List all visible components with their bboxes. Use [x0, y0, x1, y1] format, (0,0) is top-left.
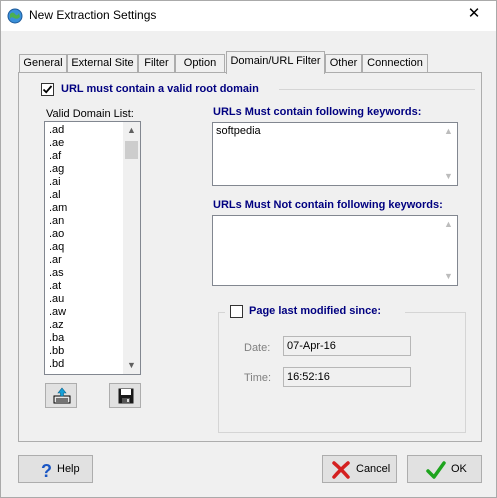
- domain-list-item[interactable]: .at: [47, 280, 125, 293]
- floppy-disk-icon: [118, 388, 134, 404]
- time-label: Time:: [244, 372, 272, 384]
- must-contain-label: URLs Must contain following keywords:: [213, 106, 422, 118]
- time-field[interactable]: 16:52:16: [283, 367, 411, 387]
- group-divider: [279, 89, 475, 90]
- domain-list-item[interactable]: .ad: [47, 124, 125, 137]
- must-contain-value: softpedia: [216, 125, 261, 137]
- svg-text:?: ?: [41, 461, 52, 480]
- question-mark-icon: ?: [37, 460, 57, 481]
- root-domain-checkbox[interactable]: [41, 83, 54, 96]
- tab-domain-url-filter[interactable]: Domain/URL Filter: [226, 51, 325, 74]
- domain-list-items: .ad .ae .af .ag .ai .al .am .an .ao .aq .ar .as .at.…: [47, 124, 125, 371]
- save-list-button[interactable]: [109, 383, 141, 408]
- domain-list-item[interactable]: .ao: [47, 228, 125, 241]
- last-modified-label: Page last modified since:: [249, 305, 382, 317]
- domain-list-item[interactable]: .ae: [47, 137, 125, 150]
- cancel-label: Cancel: [356, 463, 391, 475]
- close-button[interactable]: ✕: [452, 1, 496, 29]
- tab-filter[interactable]: Filter: [138, 54, 175, 73]
- domain-list-item[interactable]: .bd: [47, 358, 125, 371]
- domain-list-item[interactable]: .ai: [47, 176, 125, 189]
- cancel-button[interactable]: Cancel: [322, 455, 397, 483]
- dialog-window: New Extraction Settings ✕ General Extern…: [0, 0, 497, 498]
- tab-general[interactable]: General: [19, 54, 67, 73]
- domain-list-item[interactable]: .am: [47, 202, 125, 215]
- domain-list-item[interactable]: .aq: [47, 241, 125, 254]
- domain-list-item[interactable]: .au: [47, 293, 125, 306]
- valid-domain-list-label: Valid Domain List:: [46, 108, 134, 120]
- domain-list-item[interactable]: .an: [47, 215, 125, 228]
- scroll-up-icon[interactable]: ▲: [440, 216, 457, 233]
- domain-list-item[interactable]: .as: [47, 267, 125, 280]
- domain-list-item[interactable]: .bb: [47, 345, 125, 358]
- title-bar: New Extraction Settings ✕: [1, 1, 496, 31]
- date-field[interactable]: 07-Apr-16: [283, 336, 411, 356]
- tab-external-site[interactable]: External Site: [67, 54, 138, 73]
- date-label: Date:: [244, 342, 271, 354]
- must-not-contain-scrollbar[interactable]: ▲ ▼: [440, 216, 457, 285]
- scroll-down-icon[interactable]: ▼: [440, 168, 457, 185]
- domain-list-item[interactable]: .ar: [47, 254, 125, 267]
- window-title: New Extraction Settings: [29, 8, 157, 22]
- must-not-contain-textarea[interactable]: ▲ ▼: [212, 215, 458, 286]
- domain-list-item[interactable]: .az: [47, 319, 125, 332]
- green-check-icon: [426, 460, 446, 480]
- scroll-up-icon[interactable]: ▲: [123, 122, 140, 139]
- globe-icon: [7, 8, 23, 24]
- red-x-icon: [331, 460, 351, 480]
- ok-button[interactable]: OK: [407, 455, 482, 483]
- ok-label: OK: [451, 463, 467, 475]
- import-list-icon: [53, 387, 71, 404]
- help-label: Help: [57, 463, 80, 475]
- root-domain-label: URL must contain a valid root domain: [61, 83, 259, 95]
- tab-connection[interactable]: Connection: [362, 54, 428, 73]
- scroll-thumb[interactable]: [125, 141, 138, 159]
- help-button[interactable]: ? Help: [18, 455, 93, 483]
- domain-list-scrollbar[interactable]: ▲ ▼: [123, 122, 140, 374]
- domain-list-item[interactable]: .al: [47, 189, 125, 202]
- must-contain-scrollbar[interactable]: ▲ ▼: [440, 123, 457, 185]
- tab-option[interactable]: Option: [175, 54, 225, 73]
- domain-list-item[interactable]: .ag: [47, 163, 125, 176]
- import-list-button[interactable]: [45, 383, 77, 408]
- must-not-contain-label: URLs Must Not contain following keywords…: [213, 199, 443, 211]
- domain-list-item[interactable]: .af: [47, 150, 125, 163]
- scroll-down-icon[interactable]: ▼: [440, 268, 457, 285]
- checkmark-icon: [42, 85, 53, 94]
- valid-domain-listbox[interactable]: .ad .ae .af .ag .ai .al .am .an .ao .aq .ar .as .at.…: [44, 121, 141, 375]
- must-contain-textarea[interactable]: softpedia ▲ ▼: [212, 122, 458, 186]
- scroll-down-icon[interactable]: ▼: [123, 357, 140, 374]
- tab-other[interactable]: Other: [325, 54, 362, 73]
- domain-list-item[interactable]: .aw: [47, 306, 125, 319]
- domain-list-item[interactable]: .ba: [47, 332, 125, 345]
- scroll-up-icon[interactable]: ▲: [440, 123, 457, 140]
- last-modified-checkbox[interactable]: [230, 305, 243, 318]
